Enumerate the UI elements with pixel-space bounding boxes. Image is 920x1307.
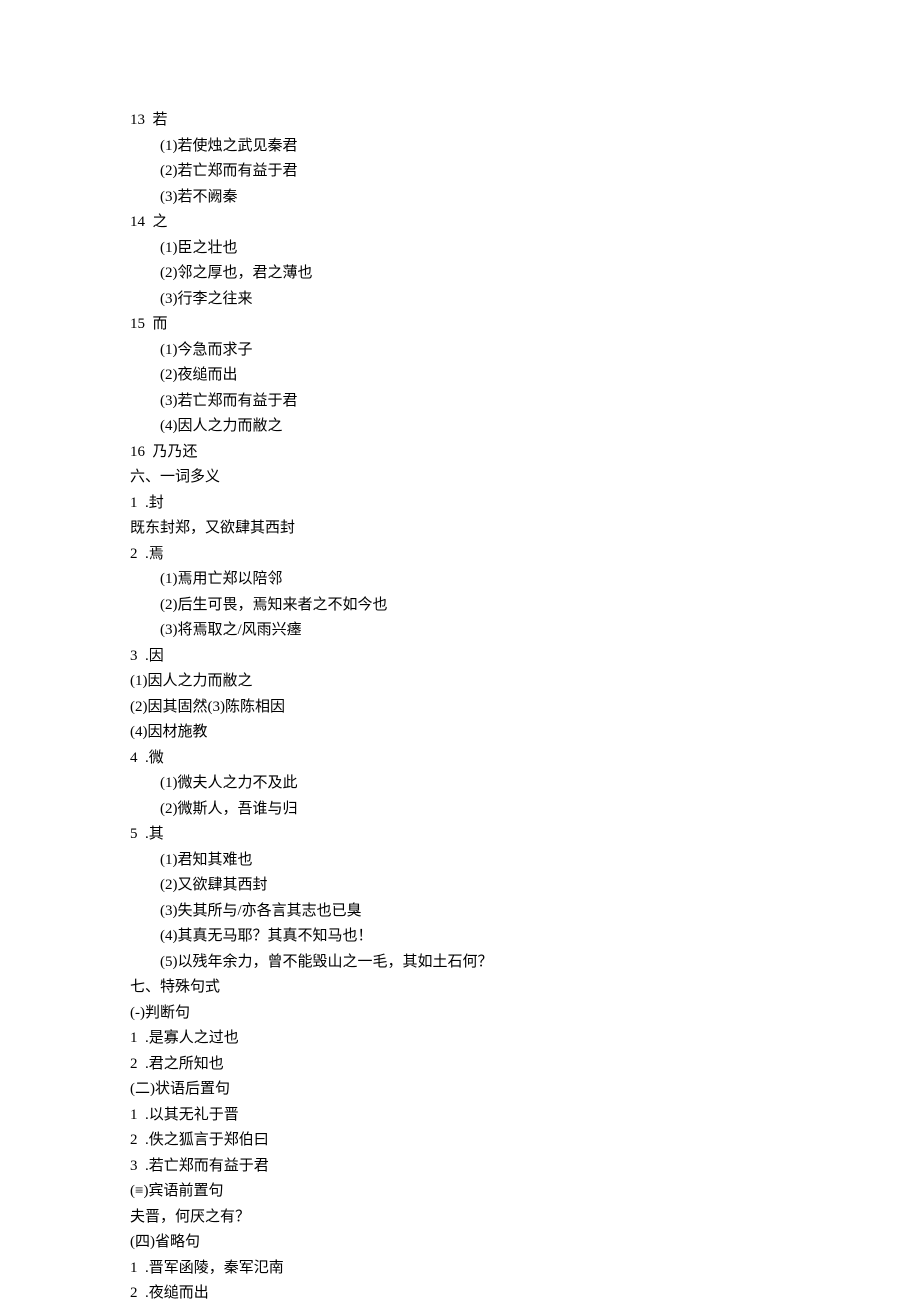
text-line: 1 .封 (130, 491, 920, 517)
text-line: (3)失其所与/亦各言其志也已臭 (130, 899, 920, 925)
text-line: (4)因材施教 (130, 720, 920, 746)
text-line: (3)若亡郑而有益于君 (130, 389, 920, 415)
text-line: 16 乃乃还 (130, 440, 920, 466)
text-line: (四)省略句 (130, 1230, 920, 1256)
text-line: (2)微斯人，吾谁与归 (130, 797, 920, 823)
text-line: 2 .君之所知也 (130, 1052, 920, 1078)
document-page: 13 若(1)若使烛之武见秦君(2)若亡郑而有益于君(3)若不阙秦14 之(1)… (0, 0, 920, 1307)
text-line: (1)微夫人之力不及此 (130, 771, 920, 797)
text-line: (1)臣之壮也 (130, 236, 920, 262)
text-line: (≡)宾语前置句 (130, 1179, 920, 1205)
text-line: (-)判断句 (130, 1001, 920, 1027)
text-line: 3 .若亡郑而有益于君 (130, 1154, 920, 1180)
text-line: 1 .晋军函陵，秦军氾南 (130, 1256, 920, 1282)
text-line: 1 .以其无礼于晋 (130, 1103, 920, 1129)
text-line: (4)因人之力而敝之 (130, 414, 920, 440)
text-line: (2)后生可畏，焉知来者之不如今也 (130, 593, 920, 619)
text-line: 13 若 (130, 108, 920, 134)
text-line: (1)若使烛之武见秦君 (130, 134, 920, 160)
text-line: (3)行李之往来 (130, 287, 920, 313)
text-line: 15 而 (130, 312, 920, 338)
text-line: (1)今急而求子 (130, 338, 920, 364)
text-line: (3)若不阙秦 (130, 185, 920, 211)
text-line: (2)邻之厚也，君之薄也 (130, 261, 920, 287)
text-line: (1)君知其难也 (130, 848, 920, 874)
text-line: (二)状语后置句 (130, 1077, 920, 1103)
text-line: 2 .焉 (130, 542, 920, 568)
text-line: 2 .佚之狐言于郑伯曰 (130, 1128, 920, 1154)
text-line: (2)因其固然(3)陈陈相因 (130, 695, 920, 721)
text-line: 夫晋，何厌之有？ (130, 1205, 920, 1231)
text-line: (4)其真无马耶？其真不知马也！ (130, 924, 920, 950)
text-line: 14 之 (130, 210, 920, 236)
text-line: (1)焉用亡郑以陪邻 (130, 567, 920, 593)
text-line: 2 .夜缒而出 (130, 1281, 920, 1307)
text-line: (1)因人之力而敝之 (130, 669, 920, 695)
text-line: 既东封郑，又欲肆其西封 (130, 516, 920, 542)
text-line: 4 .微 (130, 746, 920, 772)
text-line: (3)将焉取之/风雨兴瘗 (130, 618, 920, 644)
text-line: (2)夜缒而出 (130, 363, 920, 389)
text-line: (2)又欲肆其西封 (130, 873, 920, 899)
text-line: 1 .是寡人之过也 (130, 1026, 920, 1052)
text-line: (2)若亡郑而有益于君 (130, 159, 920, 185)
text-line: 六、一词多义 (130, 465, 920, 491)
text-line: 3 .因 (130, 644, 920, 670)
text-line: 七、特殊句式 (130, 975, 920, 1001)
text-line: 5 .其 (130, 822, 920, 848)
text-line: (5)以残年余力，曾不能毁山之一毛，其如土石何？ (130, 950, 920, 976)
